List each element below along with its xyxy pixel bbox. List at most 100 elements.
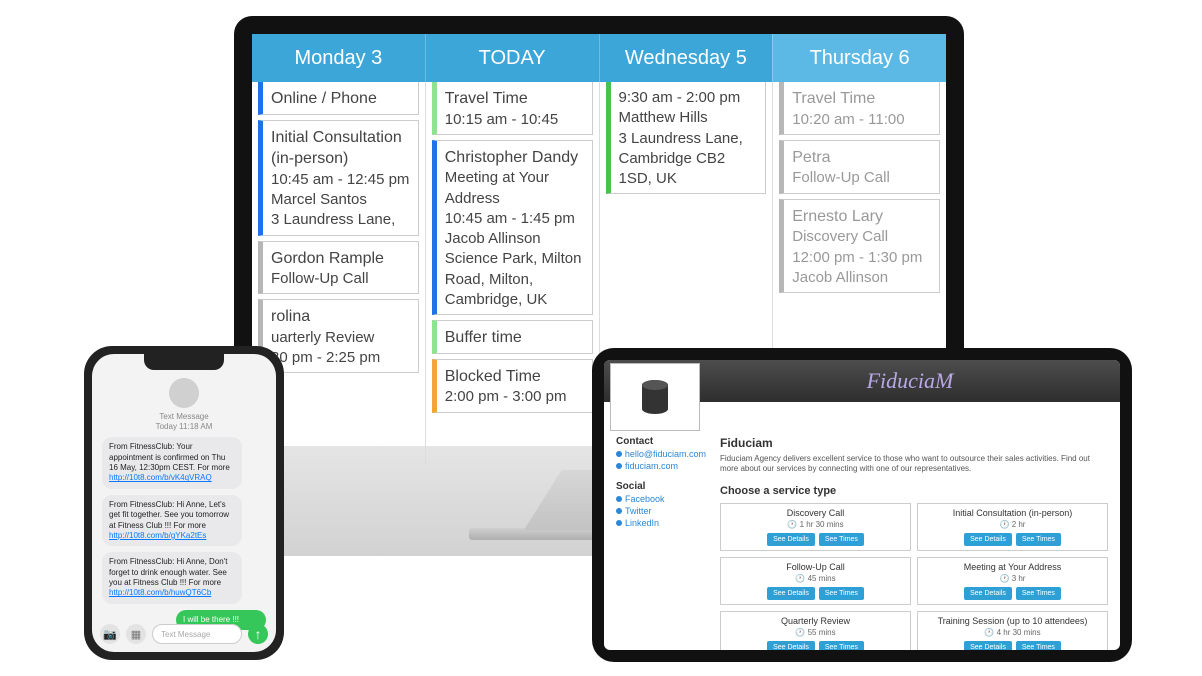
see-times-button[interactable]: See Times <box>819 641 864 650</box>
calendar-event[interactable]: Christopher Dandy Meeting at Your Addres… <box>432 140 593 315</box>
calendar-event[interactable]: Initial Consultation (in-person) 10:45 a… <box>258 120 419 236</box>
event-title: Travel Time <box>792 88 933 110</box>
message-text: From FitnessClub: Your appointment is co… <box>109 442 230 472</box>
day-tab-wednesday[interactable]: Wednesday 5 <box>599 34 773 82</box>
calendar-event[interactable]: Ernesto Lary Discovery Call 12:00 pm - 1… <box>779 199 940 293</box>
see-times-button[interactable]: See Times <box>1016 587 1061 600</box>
site-header: FiduciaM <box>604 360 1120 402</box>
see-times-button[interactable]: See Times <box>819 587 864 600</box>
event-time: 10:45 am - 12:45 pm <box>271 170 412 190</box>
see-details-button[interactable]: See Details <box>767 587 815 600</box>
mail-icon <box>616 451 622 457</box>
event-title: Buffer time <box>445 327 586 349</box>
event-time: 10:20 am - 11:00 <box>792 110 933 130</box>
event-time: 12:00 pm - 1:30 pm <box>792 248 933 268</box>
camera-icon[interactable]: 📷 <box>100 624 120 644</box>
company-name: Fiduciam <box>720 436 1108 450</box>
see-details-button[interactable]: See Details <box>767 641 815 650</box>
event-person: Marcel Santos <box>271 190 412 210</box>
event-person: Christopher Dandy <box>445 147 586 169</box>
see-details-button[interactable]: See Details <box>767 533 815 546</box>
booking-site: FiduciaM Contact hello@fiduciam.com fidu… <box>604 360 1120 650</box>
service-card: Quarterly Review 🕐 55 mins See DetailsSe… <box>720 611 911 650</box>
event-subtitle: Meeting at Your Address <box>445 168 586 209</box>
message-link[interactable]: http://10t8.com/b/gYKa2tEs <box>109 531 206 540</box>
messages-app: Text Message Today 11:18 AM From Fitness… <box>92 354 276 652</box>
calendar-event[interactable]: Gordon Rample Follow-Up Call <box>258 241 419 295</box>
site-body: Contact hello@fiduciam.com fiduciam.com … <box>604 402 1120 650</box>
social-link-linkedin[interactable]: LinkedIn <box>616 518 706 528</box>
event-person: Gordon Rample <box>271 248 412 270</box>
event-subtitle: Discovery Call <box>792 227 933 247</box>
main-content: Fiduciam Fiduciam Agency delivers excell… <box>720 436 1108 642</box>
service-name: Initial Consultation (in-person) <box>922 508 1103 518</box>
send-button[interactable]: ↑ <box>248 624 268 644</box>
contact-email[interactable]: hello@fiduciam.com <box>616 449 706 459</box>
event-subtitle: Follow-Up Call <box>271 269 412 289</box>
message-bubble[interactable]: From FitnessClub: Your appointment is co… <box>102 437 242 489</box>
day-tab-today[interactable]: TODAY <box>425 34 599 82</box>
thread-label: Text Message <box>92 412 276 422</box>
service-name: Follow-Up Call <box>725 562 906 572</box>
see-details-button[interactable]: See Details <box>964 587 1012 600</box>
link-icon <box>616 463 622 469</box>
apps-icon[interactable]: ▦ <box>126 624 146 644</box>
event-person: rolina <box>271 306 412 328</box>
message-bubble[interactable]: From FitnessClub: Hi Anne, Don't forget … <box>102 552 242 604</box>
message-link[interactable]: http://10t8.com/b/vK4qVRAQ <box>109 473 212 482</box>
see-times-button[interactable]: See Times <box>1016 533 1061 546</box>
calendar-event[interactable]: 9:30 am - 2:00 pm Matthew Hills 3 Laundr… <box>606 82 767 194</box>
thread-meta: Text Message Today 11:18 AM <box>92 412 276 431</box>
service-card: Training Session (up to 10 attendees) 🕐 … <box>917 611 1108 650</box>
event-person: Matthew Hills <box>619 108 760 128</box>
event-title: Online / Phone <box>271 88 412 110</box>
message-input[interactable]: Text Message <box>152 624 242 644</box>
event-address: 3 Laundress Lane, <box>271 210 412 230</box>
service-duration: 🕐 1 hr 30 mins <box>725 520 906 529</box>
calendar-column: Travel Time 10:15 am - 10:45 Christopher… <box>425 82 599 464</box>
event-person: Jacob Allinson <box>792 268 933 288</box>
see-times-button[interactable]: See Times <box>1016 641 1061 650</box>
calendar-event[interactable]: Travel Time 10:20 am - 11:00 <box>779 82 940 135</box>
message-input-bar: 📷 ▦ Text Message ↑ <box>100 622 268 646</box>
service-name: Meeting at Your Address <box>922 562 1103 572</box>
social-link-facebook[interactable]: Facebook <box>616 494 706 504</box>
message-link[interactable]: http://10t8.com/b/huwQT6Cb <box>109 588 211 597</box>
calendar-event[interactable]: Blocked Time 2:00 pm - 3:00 pm <box>432 359 593 413</box>
message-text: From FitnessClub: Hi Anne, Let's get fit… <box>109 500 229 530</box>
service-duration: 🕐 45 mins <box>725 574 906 583</box>
service-duration: 🕐 55 mins <box>725 628 906 637</box>
contact-site[interactable]: fiduciam.com <box>616 461 706 471</box>
event-subtitle: uarterly Review <box>271 328 412 348</box>
contact-avatar[interactable] <box>169 378 199 408</box>
event-subtitle: Follow-Up Call <box>792 168 933 188</box>
calendar-event[interactable]: Online / Phone <box>258 82 419 115</box>
see-details-button[interactable]: See Details <box>964 533 1012 546</box>
calendar-event[interactable]: rolina uarterly Review 30 pm - 2:25 pm <box>258 299 419 373</box>
calendar-event[interactable]: Buffer time <box>432 320 593 354</box>
social-link-twitter[interactable]: Twitter <box>616 506 706 516</box>
phone-notch <box>144 354 224 370</box>
message-list: From FitnessClub: Your appointment is co… <box>92 437 276 630</box>
calendar-event[interactable]: Travel Time 10:15 am - 10:45 <box>432 82 593 135</box>
see-times-button[interactable]: See Times <box>819 533 864 546</box>
service-card: Follow-Up Call 🕐 45 mins See Details See … <box>720 557 911 605</box>
day-tab-thursday[interactable]: Thursday 6 <box>772 34 946 82</box>
calendar-event[interactable]: Petra Follow-Up Call <box>779 140 940 194</box>
see-details-button[interactable]: See Details <box>964 641 1012 650</box>
event-person: Petra <box>792 147 933 169</box>
event-time: 9:30 am - 2:00 pm <box>619 88 760 108</box>
choose-service-heading: Choose a service type <box>720 485 1108 497</box>
sidebar: Contact hello@fiduciam.com fiduciam.com … <box>616 436 706 642</box>
day-tab-monday[interactable]: Monday 3 <box>252 34 425 82</box>
company-description: Fiduciam Agency delivers excellent servi… <box>720 454 1108 475</box>
twitter-icon <box>616 508 622 514</box>
smartphone: Text Message Today 11:18 AM From Fitness… <box>84 346 284 660</box>
event-time: 2:00 pm - 3:00 pm <box>445 387 586 407</box>
event-title: Blocked Time <box>445 366 586 388</box>
event-title: Travel Time <box>445 88 586 110</box>
message-bubble[interactable]: From FitnessClub: Hi Anne, Let's get fit… <box>102 495 242 547</box>
service-card: Initial Consultation (in-person) 🕐 2 hr … <box>917 503 1108 551</box>
service-name: Discovery Call <box>725 508 906 518</box>
event-person: Jacob Allinson <box>445 229 586 249</box>
